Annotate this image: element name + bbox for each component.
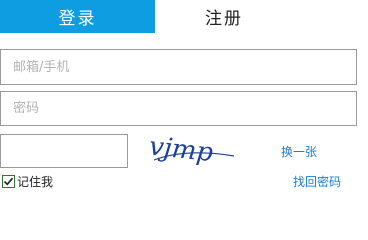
refresh-captcha-link[interactable]: 换一张 xyxy=(281,143,317,160)
email-field[interactable] xyxy=(0,49,357,85)
tab-login-label: 登录 xyxy=(58,9,97,29)
check-icon xyxy=(3,177,14,186)
captcha-image-text: vjmp xyxy=(148,134,215,168)
tab-register-label: 注册 xyxy=(205,9,243,29)
captcha-input[interactable] xyxy=(0,134,128,168)
remember-label: 记住我 xyxy=(17,175,54,189)
remember-checkbox[interactable] xyxy=(2,175,15,188)
password-field[interactable] xyxy=(0,91,357,126)
forgot-password-link[interactable]: 找回密码 xyxy=(293,173,341,190)
captcha-image[interactable]: vjmp xyxy=(146,134,238,168)
auth-tabs: 登录 注册 xyxy=(0,0,368,33)
tab-login[interactable]: 登录 xyxy=(0,0,155,33)
remember-me: 记住我 xyxy=(2,173,53,190)
tab-register[interactable]: 注册 xyxy=(155,0,368,33)
